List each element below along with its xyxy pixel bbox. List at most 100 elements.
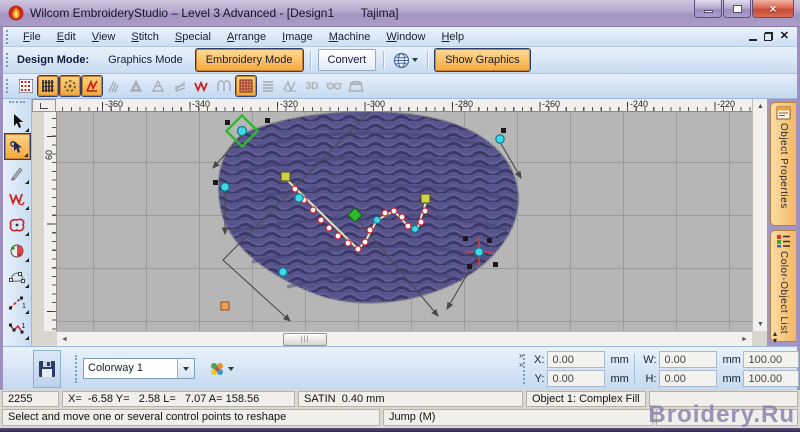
scroll-up-icon[interactable]: ▲ (753, 99, 768, 113)
titlebar[interactable]: Wilcom EmbroideryStudio – Level 3 Advanc… (0, 0, 800, 27)
mdi-close-button[interactable]: ✕ (780, 31, 789, 42)
pattern-stamp-icon[interactable] (16, 76, 36, 96)
feather-edge-icon[interactable] (170, 76, 190, 96)
floppy-disk-icon (39, 361, 55, 377)
coil-fill-icon[interactable] (214, 76, 234, 96)
design-save-button[interactable] (33, 350, 61, 388)
exit-point-square[interactable] (220, 301, 230, 311)
menu-view[interactable]: View (84, 28, 124, 46)
menu-file[interactable]: File (15, 28, 49, 46)
menu-arrange[interactable]: Arrange (219, 28, 274, 46)
horizontal-scrollbar[interactable]: ◄ ||| ► (57, 331, 752, 346)
knife-tool[interactable] (5, 160, 30, 185)
graphics-mode-button[interactable]: Graphics Mode (99, 50, 192, 70)
minimize-button[interactable] (694, 0, 722, 18)
stitch-toolbar: 3D (3, 74, 797, 99)
fusion-fill-arrow-icon[interactable] (148, 76, 168, 96)
menu-window[interactable]: Window (378, 28, 433, 46)
window-title: Wilcom EmbroideryStudio – Level 3 Advanc… (30, 6, 399, 20)
toolbar-drag-handle[interactable] (9, 101, 25, 107)
hand-stitch-icon[interactable] (280, 76, 300, 96)
glasses-icon[interactable] (324, 76, 344, 96)
colorway-dropdown-button[interactable] (177, 359, 194, 378)
menu-edit[interactable]: Edit (49, 28, 84, 46)
lettering-tool[interactable] (5, 186, 30, 211)
application-window: Wilcom EmbroideryStudio – Level 3 Advanc… (0, 0, 800, 432)
design-canvas[interactable] (57, 112, 752, 331)
w-scale-field[interactable] (743, 351, 800, 368)
node-edit-tool[interactable] (5, 264, 30, 289)
hoop-globe-button[interactable] (389, 50, 422, 71)
tab-scroll-arrows[interactable]: ▴ ▾ (773, 330, 777, 345)
tab-object-properties[interactable]: Object Properties (770, 102, 796, 226)
ruler-label: -260 (542, 99, 561, 109)
menu-image[interactable]: Image (274, 28, 321, 46)
horizontal-ruler: -360 -340 -320 -300 -280 -260 -240 -220 (56, 99, 752, 112)
x-field[interactable] (547, 351, 606, 368)
motif-fill-icon[interactable] (60, 76, 80, 96)
x-label: X: (534, 353, 545, 366)
menu-stitch[interactable]: Stitch (123, 28, 167, 46)
thread-colors-button[interactable] (205, 358, 241, 379)
status-spacer (656, 409, 798, 426)
y-field[interactable] (547, 370, 606, 387)
stitch-edit-tool[interactable]: 1 (5, 316, 30, 341)
convert-button[interactable]: Convert (317, 49, 377, 71)
menu-special[interactable]: Special (167, 28, 219, 46)
hoop-icon[interactable] (346, 76, 366, 96)
toolbar-drag-handle[interactable] (75, 355, 77, 383)
colorway-select[interactable]: Colorway 1 (83, 358, 195, 379)
tatami-fill-icon[interactable] (38, 76, 58, 96)
closed-object-tool[interactable] (5, 212, 30, 237)
tab-color-object-list[interactable]: Color-Object List (770, 230, 796, 342)
close-button[interactable]: × (752, 0, 794, 18)
separator (383, 51, 385, 69)
ellipse-object-tool[interactable] (5, 238, 30, 263)
3d-warp-icon[interactable]: 3D (302, 76, 322, 96)
colorway-value: Colorway 1 (88, 362, 144, 374)
mdi-minimize-button[interactable] (748, 39, 757, 41)
show-graphics-button[interactable]: Show Graphics (435, 49, 530, 71)
origin-icon (40, 102, 48, 109)
tab-label: Color-Object List (778, 251, 789, 334)
svg-text:1: 1 (22, 303, 26, 310)
scroll-left-icon[interactable]: ◄ (57, 332, 72, 347)
program-split-icon[interactable] (236, 76, 256, 96)
wave-fill-icon[interactable] (192, 76, 212, 96)
toolbar-drag-handle[interactable] (523, 354, 526, 384)
position-size-panel: »» X: mm W: mm % Y: mm H: mm % (519, 347, 800, 391)
globe-icon (393, 52, 410, 68)
ruler-origin-button[interactable] (32, 99, 56, 112)
toolbar-drag-handle[interactable] (6, 79, 11, 93)
vertical-scrollbar[interactable]: ▲ ▼ (752, 99, 767, 331)
h-scale-field[interactable] (743, 370, 800, 387)
scrollbar-thumb[interactable]: ||| (283, 333, 327, 346)
menubar: File Edit View Stitch Special Arrange Im… (3, 27, 797, 47)
menu-machine[interactable]: Machine (321, 28, 379, 46)
design-mode-label: Design Mode: (17, 54, 90, 66)
mdi-restore-button[interactable] (763, 32, 773, 41)
select-tool[interactable] (5, 108, 30, 133)
minimize-icon (703, 10, 713, 13)
w-field[interactable] (659, 351, 718, 368)
work-area: 1 1 -360 -340 -320 -300 -280 -260 -240 -… (0, 99, 800, 346)
toolbar-drag-handle[interactable] (6, 53, 11, 67)
ruler-label: -220 (717, 99, 736, 109)
selected-object-info: Object 1: Complex Fill (526, 391, 646, 407)
toolbar-drag-handle[interactable] (6, 29, 11, 44)
h-field[interactable] (659, 370, 718, 387)
angle-handle[interactable] (420, 193, 431, 204)
menu-help[interactable]: Help (433, 28, 472, 46)
maximize-button[interactable] (723, 0, 751, 18)
scroll-right-icon[interactable]: ► (737, 332, 752, 347)
reshape-tool[interactable] (4, 134, 30, 159)
penline-tool[interactable]: 1 (5, 290, 30, 315)
fancy-fill-icon[interactable] (82, 76, 102, 96)
stitch-lines-icon[interactable] (258, 76, 278, 96)
angle-handle[interactable] (280, 171, 291, 182)
fusion-fill-icon[interactable] (126, 76, 146, 96)
contour-fill-icon[interactable] (104, 76, 124, 96)
separator (309, 51, 311, 69)
scroll-down-icon[interactable]: ▼ (753, 317, 768, 331)
embroidery-mode-button[interactable]: Embroidery Mode (195, 49, 303, 71)
